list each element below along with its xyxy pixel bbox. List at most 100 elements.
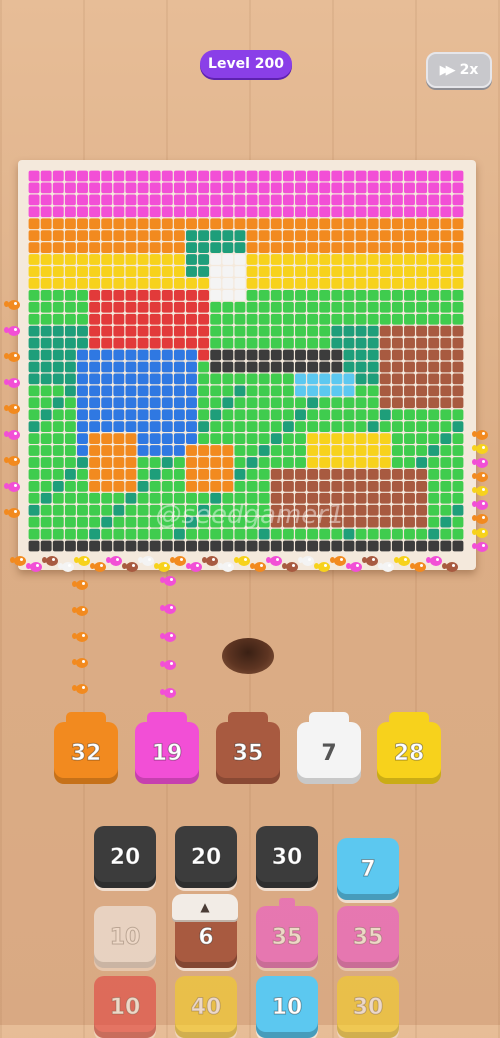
pixel-cell (307, 433, 319, 444)
pixel-cell (355, 361, 367, 373)
cup-orange[interactable]: 32 (54, 712, 118, 784)
tile[interactable]: 10 (94, 976, 156, 1038)
pixel-cell (173, 313, 185, 325)
ant (202, 556, 218, 566)
pixel-cell (307, 278, 319, 289)
pixel-cell (52, 337, 64, 349)
pixel-cell (404, 361, 415, 373)
pixel-cell (64, 170, 76, 182)
pixel-cell (343, 457, 355, 468)
pixel-cell (40, 337, 52, 349)
pixel-cell (404, 480, 415, 492)
pixel-cell (186, 325, 197, 337)
ant-eye (356, 564, 359, 567)
pixel-cell (125, 361, 137, 373)
cup-white[interactable]: 7 (297, 712, 361, 784)
pixel-cell (379, 385, 391, 397)
cup-brown[interactable]: 35 (216, 712, 280, 784)
pixel-cell (367, 218, 379, 230)
pixel-cell (319, 289, 331, 301)
tile[interactable]: 20 (94, 826, 156, 888)
pixel-cell (367, 206, 379, 218)
pixel-cell (331, 289, 343, 301)
pixel-cell (149, 421, 161, 433)
pixel-cell (379, 278, 391, 289)
pixel-cell (416, 313, 428, 325)
pixel-cell (125, 206, 137, 218)
pixel-cell (258, 194, 270, 206)
pixel-cell (137, 206, 149, 218)
pixel-cell (28, 469, 40, 480)
pixel-cell (319, 349, 331, 361)
tile[interactable]: 35 (337, 906, 399, 968)
pixel-cell (331, 540, 343, 552)
pixel-cell (222, 361, 234, 373)
pixel-cell (391, 385, 403, 397)
pixel-cell (391, 218, 403, 230)
pixel-cell (125, 218, 137, 230)
pixel-cell (428, 540, 440, 552)
speed-button[interactable]: ▶▶ 2x (426, 52, 492, 88)
pixel-cell (222, 385, 234, 397)
pixel-cell (355, 373, 367, 385)
pixel-cell (113, 194, 125, 206)
pixel-cell (452, 421, 464, 433)
ant-eye (14, 380, 17, 383)
pixel-cell (101, 492, 113, 504)
pixel-cell (210, 361, 222, 373)
tile[interactable]: 30 (337, 976, 399, 1038)
pixel-cell (137, 469, 149, 480)
pixel-cell (186, 421, 197, 433)
pixel-cell (113, 242, 125, 253)
pixel-cell (89, 457, 101, 468)
pixel-cell (113, 349, 125, 361)
tile[interactable]: 40 (175, 976, 237, 1038)
pixel-cell (64, 230, 76, 242)
pixel-cell (234, 266, 246, 277)
pixel-cell (307, 457, 319, 468)
pixel-cell (198, 170, 210, 182)
pixel-cell (186, 385, 197, 397)
pixel-cell (319, 433, 331, 444)
ant-eye (170, 634, 173, 637)
pixel-cell (186, 313, 197, 325)
tile[interactable]: 10 (94, 906, 156, 968)
pixel-cell (210, 409, 222, 421)
pixel-cell (125, 480, 137, 492)
pixel-cell (101, 528, 113, 540)
pixel-cell (391, 421, 403, 433)
pixel-cell (161, 469, 173, 480)
pixel-cell (64, 278, 76, 289)
pixel-cell (40, 349, 52, 361)
tile[interactable]: 30 (256, 826, 318, 888)
tile[interactable]: 10 (256, 976, 318, 1038)
pixel-cell (222, 242, 234, 253)
pixel-cell (173, 540, 185, 552)
tile[interactable]: 7 (337, 838, 399, 900)
pixel-cell (125, 540, 137, 552)
ant (4, 378, 20, 388)
pixel-cell (173, 218, 185, 230)
cup-yellow[interactable]: 28 (377, 712, 441, 784)
tile[interactable]: 35 (256, 898, 318, 968)
pixel-cell (343, 528, 355, 540)
pixel-cell (52, 516, 64, 528)
pixel-cell (161, 480, 173, 492)
pixel-cell (404, 182, 415, 194)
pixel-cell (186, 480, 197, 492)
pixel-cell (355, 206, 367, 218)
pixel-cell (173, 445, 185, 456)
pixel-cell (355, 540, 367, 552)
pixel-cell (391, 170, 403, 182)
pixel-cell (343, 337, 355, 349)
cup-magenta[interactable]: 19 (135, 712, 199, 784)
ant-eye (170, 690, 173, 693)
pixel-cell (440, 433, 452, 444)
pixel-cell (101, 182, 113, 194)
tile[interactable]: 20 (175, 826, 237, 888)
pixel-cell (295, 325, 306, 337)
pixel-cell (52, 361, 64, 373)
pixel-cell (149, 445, 161, 456)
pixel-cell (452, 266, 464, 277)
pixel-cell (391, 278, 403, 289)
